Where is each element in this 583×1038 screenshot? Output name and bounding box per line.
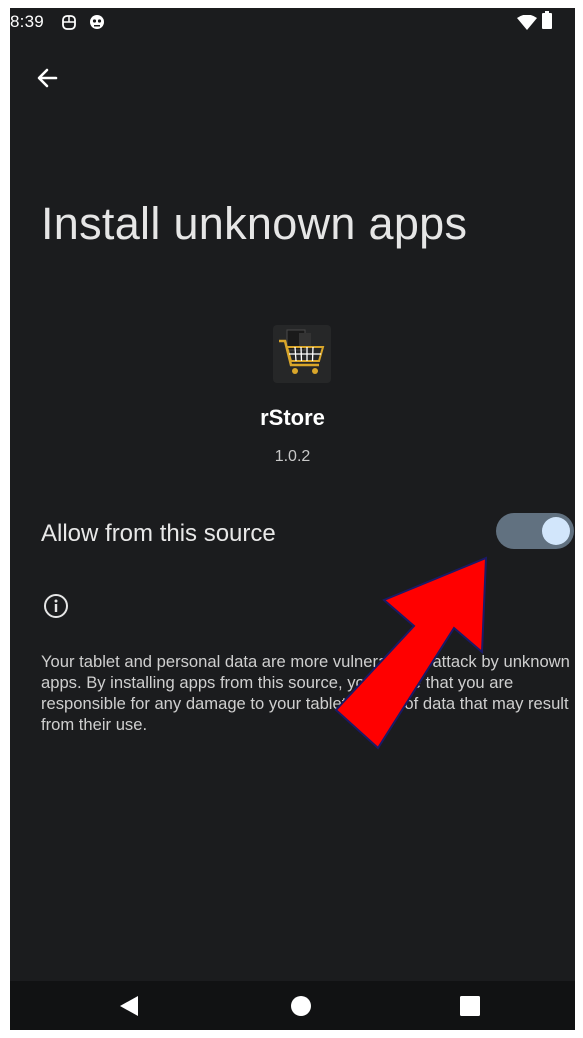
allow-from-source-toggle[interactable] — [496, 513, 574, 549]
info-icon — [44, 594, 68, 618]
nav-back-button[interactable] — [90, 981, 170, 1030]
status-time: 8:39 — [10, 12, 44, 31]
back-arrow-icon[interactable] — [32, 62, 64, 94]
status-bar: 8:39 — [10, 8, 575, 42]
square-recents-icon — [460, 996, 480, 1016]
wifi-icon — [517, 15, 537, 30]
navigation-bar — [10, 981, 575, 1030]
circle-home-icon — [291, 996, 311, 1016]
phone-screen: 8:39 Install unknown apps rStore 1.0.2 A… — [10, 8, 575, 1030]
allow-from-source-label: Allow from this source — [41, 520, 276, 547]
notification-icon — [62, 15, 76, 30]
annotation-arrow-icon — [334, 556, 488, 750]
app-icon — [273, 325, 331, 383]
toggle-thumb — [542, 517, 570, 545]
app-name: rStore — [260, 405, 325, 430]
bug-icon — [90, 15, 104, 29]
triangle-back-icon — [120, 996, 138, 1016]
battery-icon — [542, 11, 552, 29]
app-version: 1.0.2 — [274, 448, 311, 465]
nav-recents-button[interactable] — [430, 981, 510, 1030]
page-title: Install unknown apps — [41, 198, 468, 249]
nav-home-button[interactable] — [262, 981, 342, 1030]
shopping-cart-icon — [279, 329, 325, 374]
